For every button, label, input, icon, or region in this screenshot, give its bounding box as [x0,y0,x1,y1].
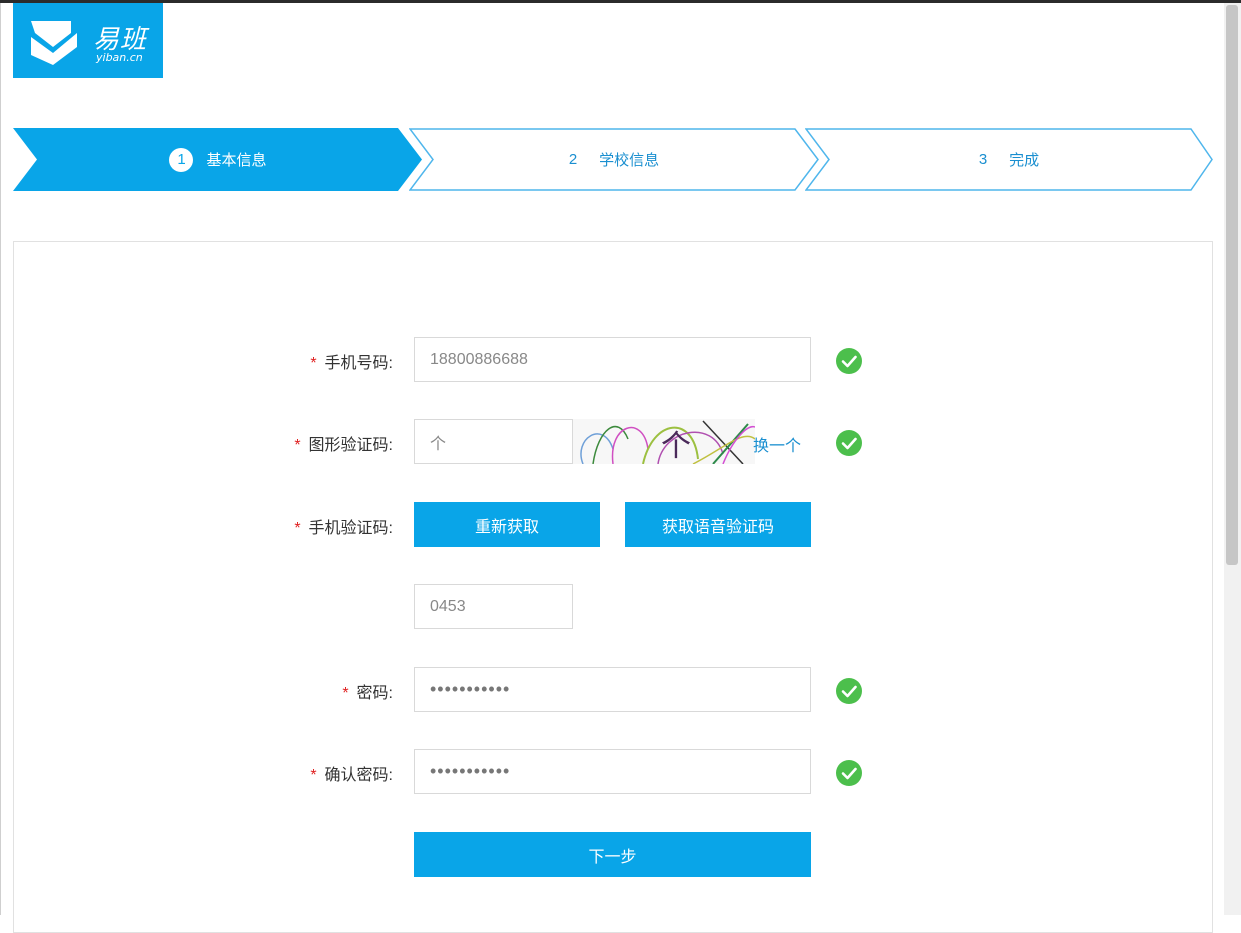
vertical-scrollbar[interactable] [1224,3,1241,915]
password-label: * 密码: [342,685,393,702]
required-mark: * [294,437,301,454]
captcha-input[interactable]: 个 [414,419,573,464]
resend-sms-button[interactable]: 重新获取 [414,502,600,547]
voice-code-button[interactable]: 获取语音验证码 [625,502,811,547]
captcha-character: 个 [661,429,691,464]
progress-steps: 1 基本信息 2 学校信息 3 完成 [13,128,1213,191]
paper-plane-icon [31,21,77,65]
required-mark: * [310,767,317,784]
check-icon [836,348,862,374]
required-mark: * [294,520,301,537]
required-mark: * [310,355,317,372]
captcha-image[interactable]: 个 [573,419,755,464]
step-school-info: 2 学校信息 [409,128,819,191]
check-icon [836,678,862,704]
refresh-captcha-link[interactable]: 换一个 [753,432,801,456]
phone-label: * 手机号码: [310,355,393,372]
phone-input[interactable]: 18800886688 [414,337,811,382]
step-basic-info: 1 基本信息 [13,128,423,191]
window-top-border [0,0,1241,3]
confirm-password-input[interactable]: ••••••••••• [414,749,811,794]
check-icon [836,430,862,456]
step-number: 3 [978,151,988,168]
logo-domain: yiban.cn [96,51,143,64]
required-mark: * [342,685,349,702]
scrollbar-thumb[interactable] [1226,5,1238,565]
check-icon [836,760,862,786]
step-number-badge: 1 [169,147,194,172]
window-left-border [0,3,1,915]
next-step-button[interactable]: 下一步 [414,832,811,877]
step-label: 完成 [1009,152,1040,169]
sms-code-input[interactable]: 0453 [414,584,573,629]
password-input[interactable]: ••••••••••• [414,667,811,712]
yiban-logo[interactable]: 易班 yiban.cn [13,3,163,78]
captcha-label: * 图形验证码: [294,437,393,454]
step-label: 基本信息 [206,152,267,169]
step-complete: 3 完成 [805,128,1213,191]
confirm-password-label: * 确认密码: [310,767,393,784]
sms-code-label: * 手机验证码: [294,520,393,537]
step-label: 学校信息 [599,152,660,169]
step-number: 2 [568,151,578,168]
